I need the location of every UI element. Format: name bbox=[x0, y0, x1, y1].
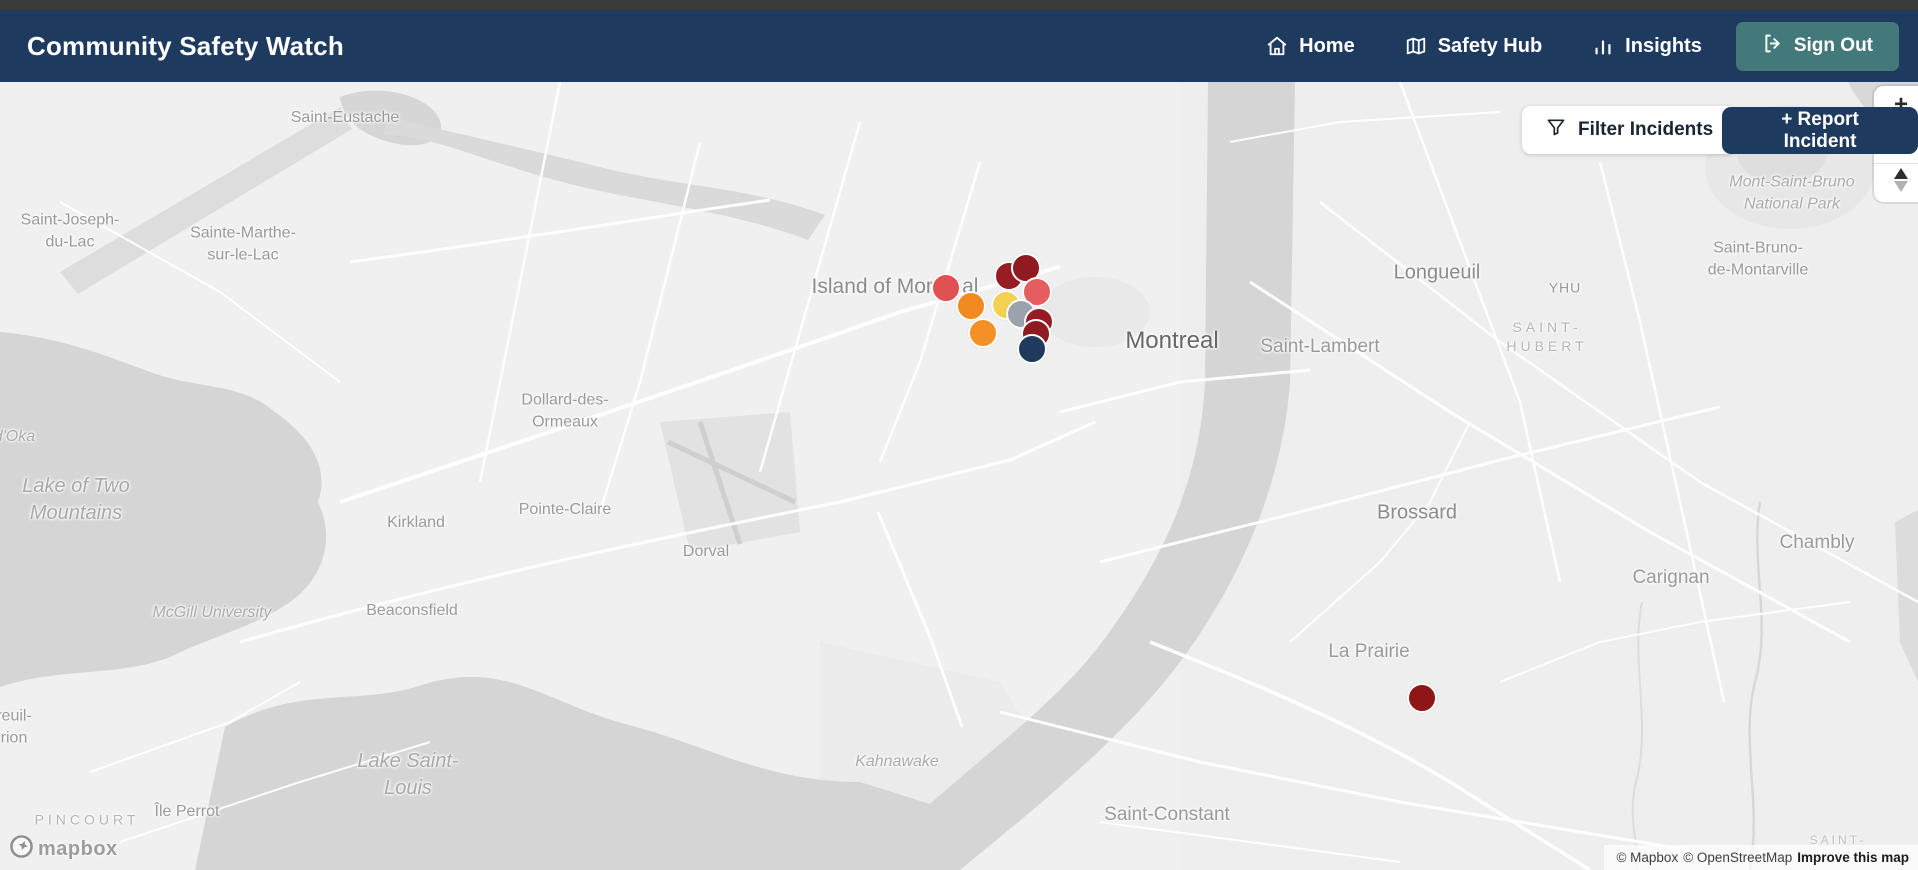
app-header: Community Safety Watch Home Safety Hub Ins… bbox=[0, 10, 1918, 82]
incident-marker[interactable] bbox=[1407, 683, 1437, 713]
filter-incidents-button[interactable]: Filter Incidents bbox=[1522, 106, 1738, 154]
nav-item-safety-hub[interactable]: Safety Hub bbox=[1405, 35, 1542, 58]
sign-out-label: Sign Out bbox=[1793, 35, 1873, 56]
bar-chart-icon bbox=[1592, 35, 1614, 57]
sign-out-button[interactable]: Sign Out bbox=[1735, 21, 1899, 71]
window-top-strip bbox=[0, 0, 1918, 10]
nav-item-label: Home bbox=[1299, 34, 1355, 57]
map-canvas[interactable]: Saint-Eustache Saint-Joseph- du-Lac Sainte… bbox=[0, 82, 1918, 870]
incident-marker[interactable] bbox=[956, 291, 986, 321]
main-nav: Home Safety Hub Insights bbox=[1266, 35, 1702, 58]
improve-this-map-link[interactable]: Improve this map bbox=[1797, 850, 1909, 865]
nav-item-label: Safety Hub bbox=[1437, 34, 1543, 57]
sign-out-icon bbox=[1762, 33, 1783, 60]
nav-item-label: Insights bbox=[1625, 34, 1702, 57]
compass-needle-icon bbox=[1892, 167, 1910, 200]
filter-incidents-label: Filter Incidents bbox=[1578, 119, 1714, 140]
compass-button[interactable] bbox=[1874, 164, 1918, 202]
map-attribution: © Mapbox © OpenStreetMap Improve this ma… bbox=[1604, 845, 1918, 870]
attribution-osm[interactable]: © OpenStreetMap bbox=[1683, 850, 1792, 865]
nav-item-insights[interactable]: Insights bbox=[1592, 35, 1702, 58]
incident-marker[interactable] bbox=[1017, 334, 1047, 364]
community-safety-watch-app: Community Safety Watch Home Safety Hub Ins… bbox=[0, 0, 1918, 870]
mapbox-logo[interactable]: mapbox bbox=[10, 835, 118, 863]
nav-item-home[interactable]: Home bbox=[1266, 35, 1355, 58]
incident-marker[interactable] bbox=[968, 318, 998, 348]
attribution-mapbox[interactable]: © Mapbox bbox=[1616, 850, 1678, 865]
report-incident-button[interactable]: + Report Incident bbox=[1722, 107, 1918, 154]
map-icon bbox=[1405, 35, 1427, 57]
mapbox-logo-text: mapbox bbox=[38, 837, 118, 860]
map-base-art bbox=[0, 82, 1918, 870]
mapbox-logo-icon bbox=[10, 835, 33, 863]
home-icon bbox=[1266, 35, 1288, 57]
funnel-icon bbox=[1546, 117, 1566, 143]
app-title: Community Safety Watch bbox=[27, 30, 344, 61]
